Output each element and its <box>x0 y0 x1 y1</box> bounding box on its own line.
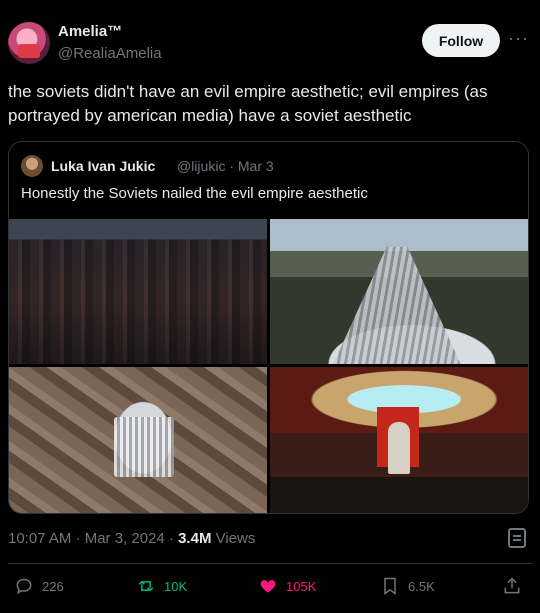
reply-button[interactable]: 226 <box>14 576 64 596</box>
share-icon <box>504 577 520 594</box>
quoted-tweet[interactable]: Luka Ivan Jukic @lijukic · Mar 3 Honestl… <box>8 141 529 514</box>
quoted-tweet-text: Honestly the Soviets nailed the evil emp… <box>21 185 368 202</box>
author-handle[interactable]: @RealiaAmelia <box>58 45 162 62</box>
photo-mausoleum-hall[interactable] <box>270 367 528 513</box>
repost-button[interactable]: 10K <box>136 576 187 596</box>
divider <box>8 563 532 564</box>
grok-analytics-icon[interactable] <box>508 528 526 548</box>
quoted-author-avatar <box>21 155 43 177</box>
views-label: Views <box>211 530 256 547</box>
reply-count: 226 <box>42 578 64 594</box>
like-button[interactable]: 105K <box>258 576 316 596</box>
share-button[interactable] <box>502 576 522 596</box>
photo-mountain-monument[interactable] <box>9 367 267 513</box>
photo-circus-dome[interactable] <box>270 219 528 364</box>
media-grid <box>9 219 528 513</box>
more-options-icon[interactable]: ··· <box>508 28 529 49</box>
views-count: 3.4M <box>178 530 212 547</box>
follow-button[interactable]: Follow <box>422 24 500 57</box>
timestamp[interactable]: 10:07 AM · Mar 3, 2024 · <box>8 530 178 547</box>
action-bar: 226 10K 105K 6.5K <box>0 576 540 602</box>
bookmark-icon <box>384 577 396 595</box>
author-avatar[interactable] <box>8 22 50 64</box>
quoted-handle-date: @lijukic · Mar 3 <box>177 158 274 174</box>
author-name[interactable]: Amelia™ <box>58 23 122 40</box>
photo-apartment-blocks[interactable] <box>9 219 267 364</box>
repost-icon <box>138 580 154 592</box>
bookmark-button[interactable]: 6.5K <box>380 576 435 596</box>
reply-icon <box>16 578 32 595</box>
bookmark-count: 6.5K <box>408 578 435 594</box>
quoted-author-name: Luka Ivan Jukic <box>51 158 156 174</box>
tweet-meta: 10:07 AM · Mar 3, 2024 · 3.4M Views <box>8 530 255 547</box>
repost-count: 10K <box>164 578 188 594</box>
heart-icon <box>260 580 276 593</box>
tweet-text: the soviets didn't have an evil empire a… <box>8 82 488 125</box>
like-count: 105K <box>286 578 317 594</box>
